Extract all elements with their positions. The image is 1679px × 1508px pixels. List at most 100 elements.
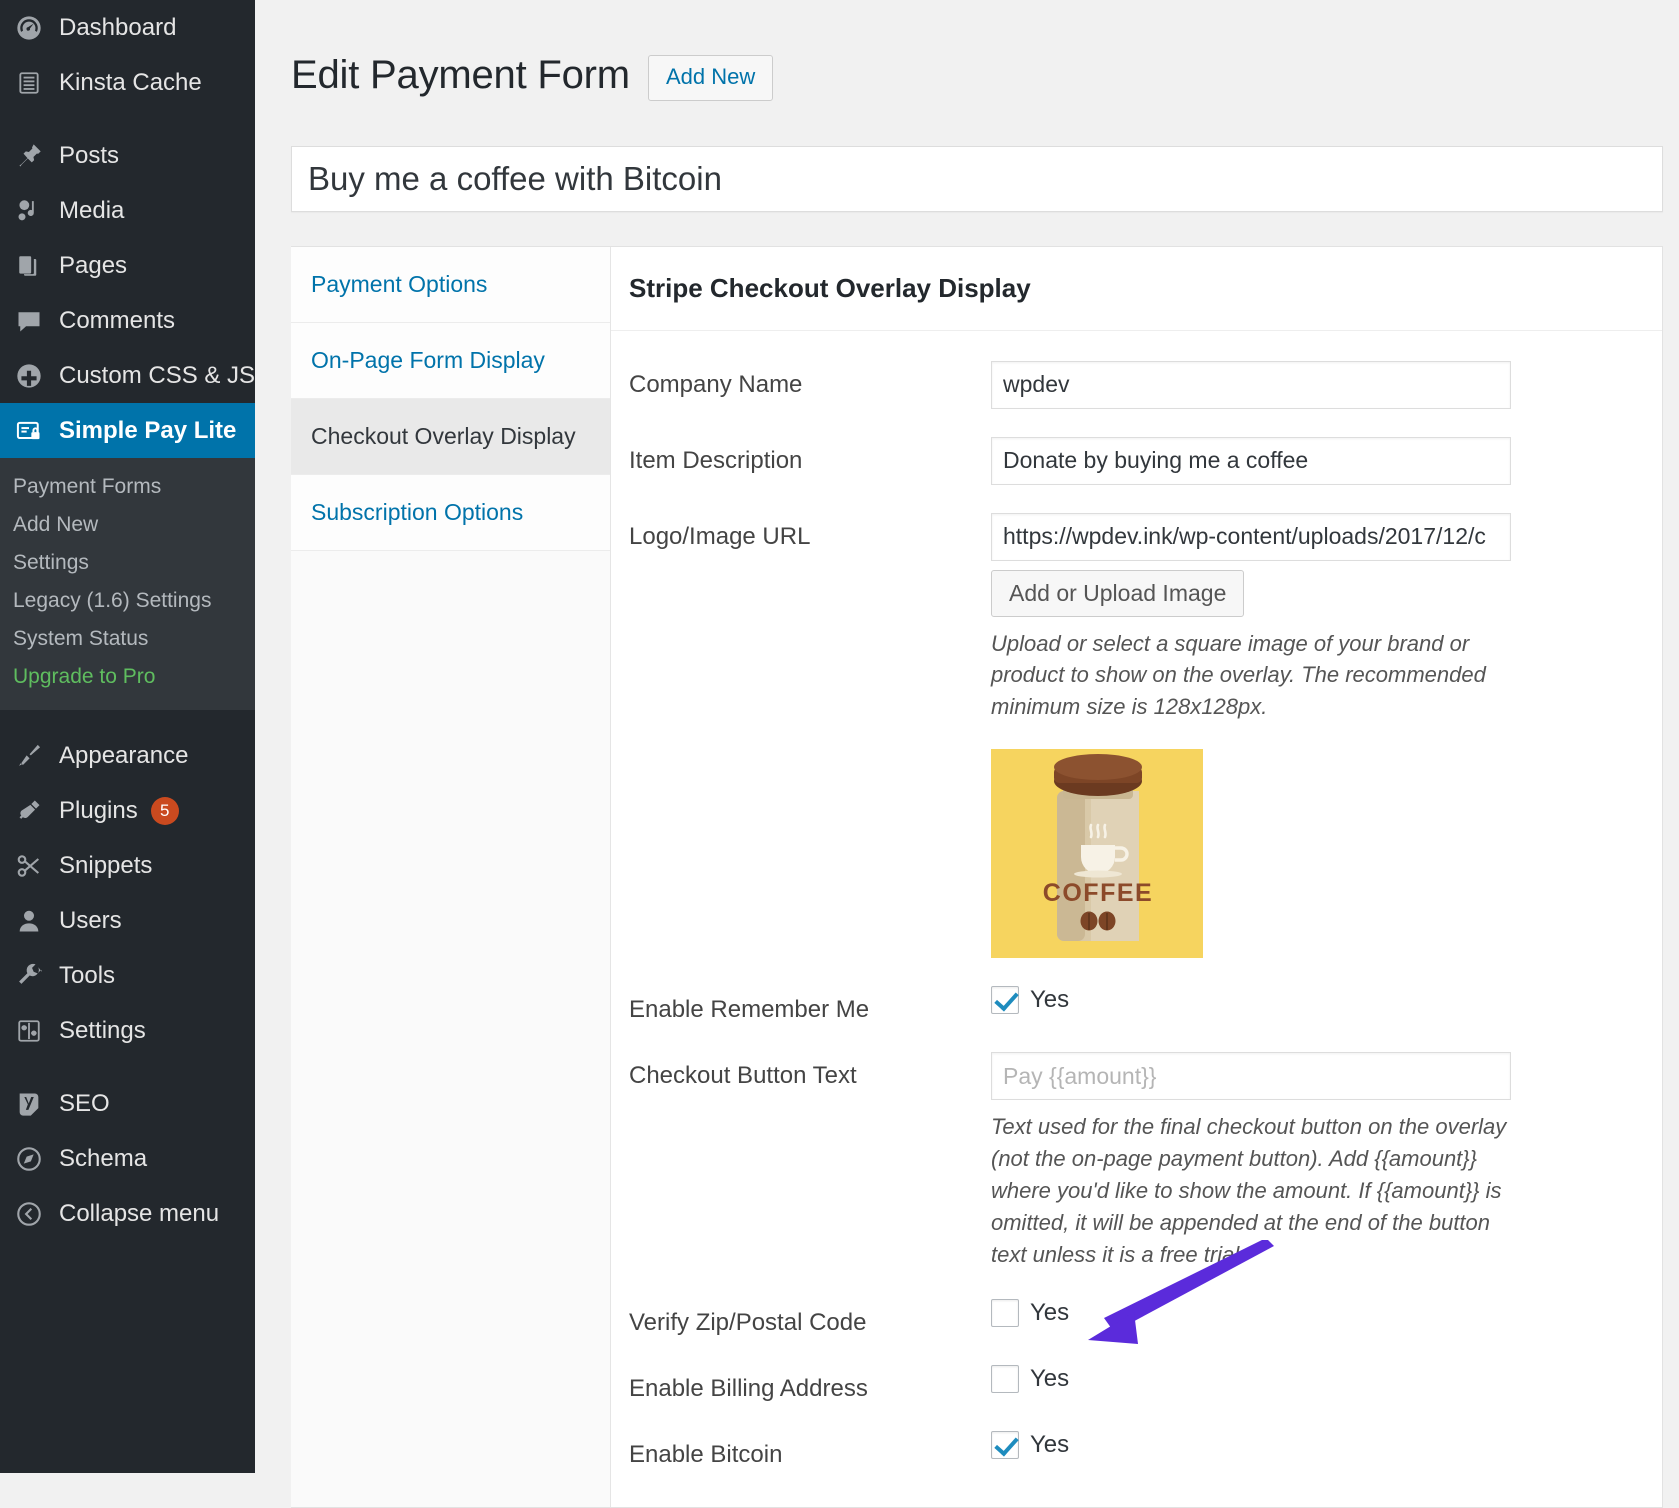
- settings-tab-list: Payment Options On-Page Form Display Che…: [291, 247, 611, 1507]
- sidebar-item-collapse-menu[interactable]: Collapse menu: [0, 1186, 255, 1241]
- field-label: Company Name: [611, 361, 991, 399]
- sidebar-item-label: Media: [59, 197, 124, 225]
- tab-on-page-form-display[interactable]: On-Page Form Display: [291, 323, 610, 399]
- enable-bitcoin-checkbox[interactable]: Yes: [991, 1431, 1632, 1459]
- company-name-input[interactable]: [991, 361, 1511, 409]
- sidebar-divider: [0, 110, 255, 128]
- collapse-icon: [13, 1198, 45, 1230]
- pin-icon: [13, 140, 45, 172]
- plugins-update-badge: 5: [151, 797, 179, 825]
- form-title-input[interactable]: [291, 146, 1663, 212]
- field-row-checkout-button-text: Checkout Button Text Text used for the f…: [611, 1052, 1662, 1270]
- sidebar-item-users[interactable]: Users: [0, 893, 255, 948]
- sidebar-item-comments[interactable]: Comments: [0, 293, 255, 348]
- sidebar-item-custom-css-js[interactable]: Custom CSS & JS: [0, 348, 255, 403]
- sidebar-item-label: Tools: [59, 962, 115, 990]
- sidebar-item-tools[interactable]: Tools: [0, 948, 255, 1003]
- sliders-icon: [13, 1015, 45, 1047]
- simple-pay-submenu: Payment Forms Add New Settings Legacy (1…: [0, 458, 255, 710]
- sidebar-item-label: Schema: [59, 1145, 147, 1173]
- sidebar-item-plugins[interactable]: Plugins 5: [0, 783, 255, 838]
- sidebar-item-settings[interactable]: Settings: [0, 1003, 255, 1058]
- page-header: Edit Payment Form Add New: [255, 0, 1679, 124]
- submenu-item-legacy-settings[interactable]: Legacy (1.6) Settings: [0, 582, 255, 620]
- sidebar-item-kinsta-cache[interactable]: Kinsta Cache: [0, 55, 255, 110]
- field-label: Logo/Image URL: [611, 513, 991, 551]
- sidebar-item-schema[interactable]: Schema: [0, 1131, 255, 1186]
- checkbox-label: Yes: [1030, 1299, 1069, 1327]
- logo-help-text: Upload or select a square image of your …: [991, 628, 1511, 724]
- sidebar-item-label: Posts: [59, 142, 119, 170]
- server-icon: [13, 67, 45, 99]
- tab-subscription-options[interactable]: Subscription Options: [291, 475, 610, 551]
- submenu-item-add-new[interactable]: Add New: [0, 506, 255, 544]
- checkbox-box[interactable]: [991, 986, 1019, 1014]
- plus-circle-icon: [13, 360, 45, 392]
- sidebar-item-pages[interactable]: Pages: [0, 238, 255, 293]
- sidebar-item-media[interactable]: Media: [0, 183, 255, 238]
- field-label: Checkout Button Text: [611, 1052, 991, 1090]
- checkout-button-text-input[interactable]: [991, 1052, 1511, 1100]
- field-row-logo-image-url: Logo/Image URL Add or Upload Image Uploa…: [611, 513, 1662, 959]
- pages-icon: [13, 250, 45, 282]
- field-row-enable-remember-me: Enable Remember Me Yes: [611, 986, 1662, 1024]
- sidebar-item-label: Plugins: [59, 797, 138, 825]
- sidebar-item-label: Settings: [59, 1017, 146, 1045]
- brush-icon: [13, 740, 45, 772]
- compass-icon: [13, 1143, 45, 1175]
- thumbnail-coffee-label: COFFEE: [1043, 879, 1153, 907]
- sidebar-item-snippets[interactable]: Snippets: [0, 838, 255, 893]
- add-or-upload-image-button[interactable]: Add or Upload Image: [991, 570, 1244, 617]
- main-content: Edit Payment Form Add New Payment Option…: [255, 0, 1679, 1473]
- item-description-input[interactable]: [991, 437, 1511, 485]
- field-row-verify-zip-postal-code: Verify Zip/Postal Code Yes: [611, 1299, 1662, 1337]
- field-row-company-name: Company Name: [611, 361, 1662, 409]
- tab-checkout-overlay-display[interactable]: Checkout Overlay Display: [291, 399, 610, 475]
- user-icon: [13, 905, 45, 937]
- sidebar-item-dashboard[interactable]: Dashboard: [0, 0, 255, 55]
- sidebar-item-appearance[interactable]: Appearance: [0, 728, 255, 783]
- field-row-enable-billing-address: Enable Billing Address Yes: [611, 1365, 1662, 1403]
- verify-zip-checkbox[interactable]: Yes: [991, 1299, 1632, 1327]
- checkout-button-help-text: Text used for the final checkout button …: [991, 1111, 1511, 1270]
- sidebar-item-label: Appearance: [59, 742, 188, 770]
- dashboard-icon: [13, 12, 45, 44]
- field-label: Enable Billing Address: [611, 1365, 991, 1403]
- comment-icon: [13, 305, 45, 337]
- field-label: Item Description: [611, 437, 991, 475]
- logo-thumbnail[interactable]: COFFEE: [991, 749, 1203, 958]
- section-heading: Stripe Checkout Overlay Display: [611, 247, 1662, 331]
- submenu-item-upgrade-to-pro[interactable]: Upgrade to Pro: [0, 658, 255, 696]
- tab-payment-options[interactable]: Payment Options: [291, 247, 610, 323]
- checkbox-box[interactable]: [991, 1365, 1019, 1393]
- enable-remember-me-checkbox[interactable]: Yes: [991, 986, 1632, 1014]
- checkbox-box[interactable]: [991, 1431, 1019, 1459]
- page-title: Edit Payment Form: [291, 53, 630, 97]
- settings-content: Stripe Checkout Overlay Display Company …: [611, 247, 1662, 1507]
- sidebar-item-posts[interactable]: Posts: [0, 128, 255, 183]
- checkbox-label: Yes: [1030, 986, 1069, 1014]
- sidebar-divider: [0, 1058, 255, 1076]
- sidebar-item-label: Comments: [59, 307, 175, 335]
- checkbox-box[interactable]: [991, 1299, 1019, 1327]
- submenu-item-settings[interactable]: Settings: [0, 544, 255, 582]
- field-label: Enable Remember Me: [611, 986, 991, 1024]
- sidebar-item-seo[interactable]: SEO: [0, 1076, 255, 1131]
- field-row-item-description: Item Description: [611, 437, 1662, 485]
- sidebar-item-label: Kinsta Cache: [59, 69, 202, 97]
- sidebar-item-label: Collapse menu: [59, 1200, 219, 1228]
- enable-billing-address-checkbox[interactable]: Yes: [991, 1365, 1632, 1393]
- logo-image-url-input[interactable]: [991, 513, 1511, 561]
- submenu-item-system-status[interactable]: System Status: [0, 620, 255, 658]
- sidebar-item-label: Snippets: [59, 852, 152, 880]
- sidebar-item-simple-pay-lite[interactable]: Simple Pay Lite: [0, 403, 255, 458]
- submenu-item-payment-forms[interactable]: Payment Forms: [0, 468, 255, 506]
- add-new-button[interactable]: Add New: [648, 55, 773, 101]
- sidebar-item-label: Users: [59, 907, 122, 935]
- field-label: Verify Zip/Postal Code: [611, 1299, 991, 1337]
- media-icon: [13, 195, 45, 227]
- sidebar-item-label: Pages: [59, 252, 127, 280]
- yoast-icon: [13, 1088, 45, 1120]
- sidebar-item-label: Simple Pay Lite: [59, 417, 236, 445]
- sidebar-item-label: Dashboard: [59, 14, 176, 42]
